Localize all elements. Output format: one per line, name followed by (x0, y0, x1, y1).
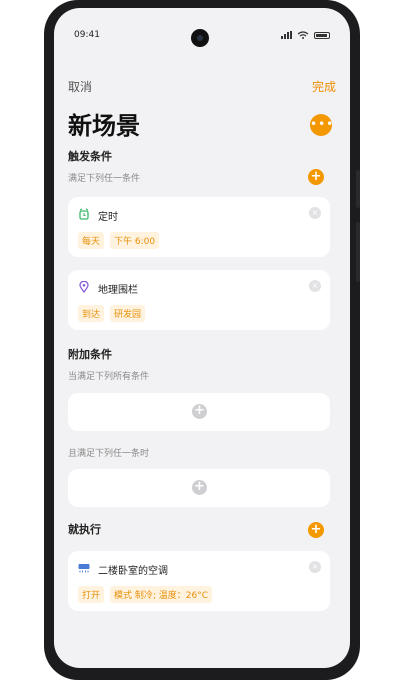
air-conditioner-icon (78, 564, 90, 573)
tag: 研发园 (110, 305, 146, 322)
tag-list: 打开 模式 制冷; 温度：26°C (78, 586, 213, 603)
add-trigger-button[interactable]: + (308, 169, 324, 185)
tag-list: 每天 下午 6:00 (78, 232, 160, 249)
wifi-icon (297, 31, 309, 39)
more-icon: ••• (310, 117, 335, 131)
plus-icon: + (192, 480, 207, 495)
trigger-card-timer[interactable]: 定时 × 每天 下午 6:00 (68, 197, 330, 257)
remove-icon[interactable]: × (309, 207, 321, 219)
status-time: 09:41 (74, 30, 100, 40)
add-all-condition-card[interactable]: + (68, 393, 330, 431)
action-card-air-conditioner[interactable]: 二楼卧室的空调 × 打开 模式 制冷; 温度：26°C (68, 551, 330, 611)
tag-list: 到达 研发园 (78, 305, 146, 322)
signal-icon (281, 31, 292, 39)
phone-power-button (356, 222, 360, 282)
done-button[interactable]: 完成 (312, 78, 336, 95)
extra-section-title: 附加条件 (68, 348, 112, 361)
card-title: 地理围栏 (98, 285, 138, 296)
system-icons (281, 31, 330, 39)
tag: 下午 6:00 (110, 232, 160, 249)
add-any-condition-card[interactable]: + (68, 469, 330, 507)
tag: 模式 制冷; 温度：26°C (110, 586, 213, 603)
add-action-button[interactable]: + (308, 522, 324, 538)
plus-icon: + (310, 169, 322, 184)
tag: 到达 (78, 305, 105, 322)
extra-section-subtitle-all: 当满足下列所有条件 (68, 372, 150, 382)
trigger-section-subtitle: 满足下列任一条件 (68, 174, 141, 184)
card-title: 定时 (98, 212, 118, 223)
battery-icon (314, 31, 330, 39)
remove-icon[interactable]: × (309, 561, 321, 573)
phone-volume-button (356, 170, 360, 208)
tag: 打开 (78, 586, 105, 603)
more-options-button[interactable]: ••• (310, 114, 335, 136)
alarm-clock-icon (79, 208, 89, 220)
front-camera (191, 29, 209, 47)
plus-icon: + (310, 522, 322, 537)
page-title: 新场景 (68, 112, 140, 140)
trigger-card-geofence[interactable]: 地理围栏 × 到达 研发园 (68, 270, 330, 330)
trigger-section-title: 触发条件 (68, 150, 112, 163)
remove-icon[interactable]: × (309, 280, 321, 292)
plus-icon: + (192, 404, 207, 419)
extra-section-subtitle-any: 且满足下列任一条时 (68, 449, 150, 459)
card-title: 二楼卧室的空调 (98, 566, 168, 577)
location-pin-icon (79, 281, 89, 293)
cancel-button[interactable]: 取消 (68, 78, 92, 95)
action-section-title: 就执行 (68, 523, 101, 536)
tag: 每天 (78, 232, 105, 249)
phone-screen: 09:41 取消 完成 新场景 ••• 触发条件 满足下列任一条件 + 定时 ×… (54, 8, 350, 668)
status-bar: 09:41 (54, 8, 350, 48)
